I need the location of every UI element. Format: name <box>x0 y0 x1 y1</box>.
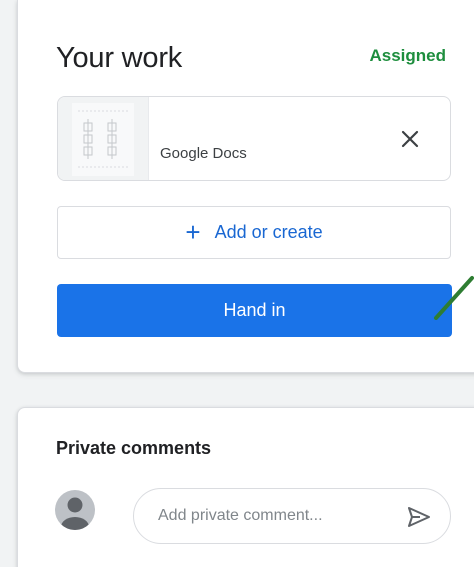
add-or-create-button[interactable]: + Add or create <box>57 206 451 259</box>
remove-attachment-button[interactable] <box>398 127 422 151</box>
hand-in-button[interactable]: Hand in <box>57 284 452 337</box>
document-thumbnail <box>58 97 149 180</box>
private-comment-input[interactable] <box>158 489 388 543</box>
add-or-create-label: Add or create <box>214 222 323 242</box>
plus-icon: + <box>185 216 201 247</box>
close-icon <box>401 130 419 148</box>
user-avatar-icon <box>55 490 95 530</box>
hand-in-label: Hand in <box>223 300 286 320</box>
attachment-chip[interactable]: Google Docs <box>57 96 451 181</box>
private-comments-title: Private comments <box>56 438 212 458</box>
attachment-label: Google Docs <box>160 145 247 162</box>
private-comments-card: Private comments <box>17 407 474 567</box>
your-work-card: Your work Assigned Google Docs + Add or … <box>17 0 474 373</box>
send-icon <box>408 507 430 527</box>
classroom-side-panel: Your work Assigned Google Docs + Add or … <box>0 0 474 567</box>
assignment-status: Assigned <box>369 46 446 65</box>
your-work-title: Your work <box>56 42 183 74</box>
private-comment-field[interactable] <box>133 488 451 544</box>
send-comment-button[interactable] <box>406 504 432 530</box>
